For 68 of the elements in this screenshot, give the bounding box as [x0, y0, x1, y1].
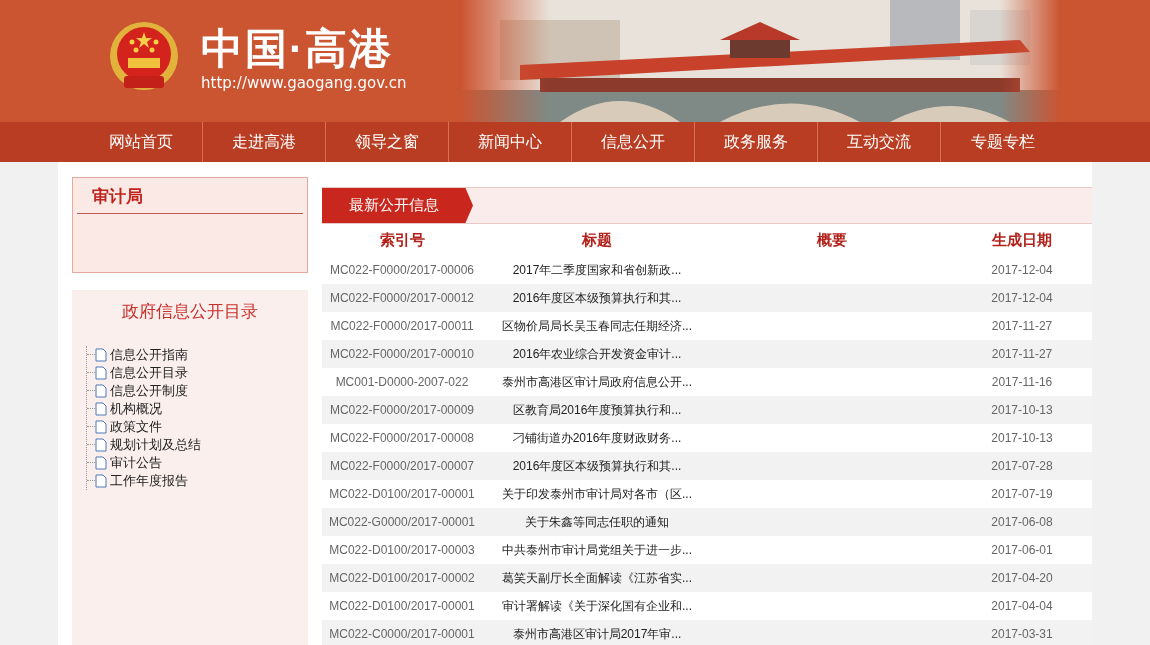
- catalog-link[interactable]: 工作年度报告: [110, 471, 188, 491]
- title-link[interactable]: 中共泰州市审计局党组关于进一步...: [502, 541, 692, 559]
- title-link[interactable]: 关于朱鑫等同志任职的通知: [525, 513, 669, 531]
- table-cell-text: MC022-F0000/2017-00011: [329, 318, 475, 335]
- document-icon: [95, 347, 107, 362]
- department-title: 审计局: [77, 184, 303, 214]
- section-tab[interactable]: 最新公开信息: [322, 188, 473, 223]
- table-cell-text: MC001-D0000-2007-022: [334, 374, 470, 391]
- site-url: http://www.gaogang.gov.cn: [201, 74, 407, 92]
- table-cell-text: 2017-07-28: [990, 458, 1054, 475]
- title-link[interactable]: 泰州市高港区审计局政府信息公开...: [502, 373, 692, 391]
- title-link[interactable]: 关于印发泰州市审计局对各市（区...: [502, 485, 692, 503]
- table-cell-text: MC022-C0000/2017-00001: [328, 626, 476, 643]
- nav-link[interactable]: 专题专栏: [941, 122, 1064, 162]
- table-cell-text: 2017-10-13: [990, 402, 1054, 419]
- document-icon: [95, 401, 107, 416]
- catalog-link[interactable]: 信息公开指南: [110, 345, 188, 365]
- document-icon: [95, 437, 107, 452]
- title-link[interactable]: 区物价局局长吴玉春同志任期经济...: [502, 317, 692, 335]
- table-cell-text: MC022-F0000/2017-00009: [328, 402, 476, 419]
- catalog-link[interactable]: 机构概况: [110, 399, 162, 419]
- title-link[interactable]: 葛笑天副厅长全面解读《江苏省实...: [502, 569, 692, 587]
- column-header: 概要: [815, 229, 848, 250]
- column-header: 索引号: [378, 229, 426, 250]
- catalog-link[interactable]: 规划计划及总结: [110, 435, 201, 455]
- table-cell-text: 2017-10-13: [990, 430, 1054, 447]
- title-link[interactable]: 2016年度区本级预算执行和其...: [512, 457, 682, 475]
- column-header: 生成日期: [990, 229, 1053, 250]
- catalog-link[interactable]: 审计公告: [110, 453, 162, 473]
- title-link[interactable]: 泰州市高港区审计局2017年审...: [512, 625, 682, 643]
- catalog-link[interactable]: 信息公开目录: [110, 363, 188, 383]
- table-cell-text: 2017-07-19: [990, 486, 1054, 503]
- table-cell-text: MC022-F0000/2017-00008: [328, 430, 476, 447]
- title-link[interactable]: 审计署解读《关于深化国有企业和...: [502, 597, 692, 615]
- document-icon: [95, 419, 107, 434]
- document-icon: [95, 455, 107, 470]
- catalog-link[interactable]: 信息公开制度: [110, 381, 188, 401]
- title-link[interactable]: 2016年度区本级预算执行和其...: [512, 289, 682, 307]
- table-cell-text: 2017-11-27: [990, 346, 1054, 363]
- catalog-link[interactable]: 政策文件: [110, 417, 162, 437]
- document-icon: [95, 473, 107, 488]
- catalog-title: 政府信息公开目录: [121, 300, 259, 323]
- table-cell-text: 2017-11-16: [990, 374, 1054, 391]
- table-cell-text: 2017-03-31: [990, 626, 1054, 643]
- title-link[interactable]: 区教育局2016年度预算执行和...: [512, 401, 682, 419]
- table-cell-text: MC022-F0000/2017-00012: [328, 290, 476, 307]
- document-icon: [95, 383, 107, 398]
- table-cell-text: MC022-D0100/2017-00001: [328, 598, 476, 615]
- table-cell-text: 2017-12-04: [990, 262, 1054, 279]
- table-cell-text: MC022-F0000/2017-00010: [328, 346, 476, 363]
- table-cell-text: MC022-G0000/2017-00001: [327, 514, 477, 531]
- title-link[interactable]: 2016年农业综合开发资金审计...: [512, 345, 682, 363]
- column-header: 标题: [580, 229, 613, 250]
- table-cell-text: MC022-D0100/2017-00003: [328, 542, 476, 559]
- table-cell-text: 2017-06-08: [990, 514, 1054, 531]
- table-cell-text: 2017-04-04: [990, 598, 1054, 615]
- document-icon: [95, 365, 107, 380]
- table-cell-text: 2017-11-27: [990, 318, 1054, 335]
- title-link[interactable]: 刁铺街道办2016年度财政财务...: [512, 429, 682, 447]
- table-cell-text: MC022-D0100/2017-00001: [328, 486, 476, 503]
- table-cell-text: 2017-12-04: [990, 290, 1054, 307]
- table-cell-text: 2017-06-01: [990, 542, 1054, 559]
- table-cell-text: MC022-F0000/2017-00007: [328, 458, 476, 475]
- site-title: 中国·高港: [201, 24, 394, 74]
- table-cell-text: 2017-04-20: [990, 570, 1054, 587]
- title-link[interactable]: 2017年二季度国家和省创新政...: [512, 261, 682, 279]
- table-cell-text: MC022-D0100/2017-00002: [328, 570, 476, 587]
- table-cell-text: MC022-F0000/2017-00006: [328, 262, 476, 279]
